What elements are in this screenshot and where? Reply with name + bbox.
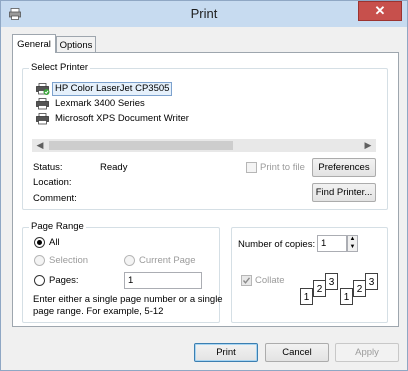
printer-item-label: Microsoft XPS Document Writer: [55, 113, 189, 124]
collate-page: 3: [325, 273, 338, 290]
printer-item-hp[interactable]: HP Color LaserJet CP3505: [36, 82, 173, 96]
printer-item-lexmark[interactable]: Lexmark 3400 Series: [36, 97, 148, 111]
number-of-copies-label: Number of copies:: [238, 239, 316, 250]
copies-input[interactable]: 1: [317, 235, 347, 252]
page-range-title: Page Range: [29, 221, 86, 232]
apply-button-label: Apply: [355, 347, 379, 358]
printer-item-label: Lexmark 3400 Series: [55, 98, 145, 109]
spin-up-icon[interactable]: ▲: [348, 236, 357, 244]
copies-spinner[interactable]: ▲ ▼: [347, 235, 358, 252]
preferences-button-label: Preferences: [318, 162, 370, 173]
scrollbar-thumb[interactable]: [49, 141, 233, 150]
window-title: Print: [190, 6, 218, 21]
current-page-label: Current Page: [139, 255, 196, 266]
cancel-button-label: Cancel: [282, 347, 312, 358]
printer-item-xps[interactable]: Microsoft XPS Document Writer: [36, 112, 192, 126]
collate-page: 1: [340, 288, 353, 305]
cancel-button[interactable]: Cancel: [265, 343, 329, 362]
current-page-radio[interactable]: [124, 255, 135, 266]
tab-options[interactable]: Options: [56, 36, 96, 53]
print-to-file-checkbox[interactable]: [246, 162, 257, 173]
collate-page: 3: [365, 273, 378, 290]
find-printer-button[interactable]: Find Printer...: [312, 183, 376, 202]
collate-checkbox[interactable]: [241, 275, 252, 286]
status-value: Ready: [100, 162, 128, 173]
page-range-help-line2: page range. For example, 5-12: [33, 306, 164, 317]
tab-general[interactable]: General: [12, 34, 56, 53]
pages-radio[interactable]: [34, 275, 45, 286]
print-to-file-label: Print to file: [260, 162, 305, 173]
all-radio[interactable]: [34, 237, 45, 248]
scroll-right-icon[interactable]: ▶: [361, 140, 375, 151]
preferences-button[interactable]: Preferences: [312, 158, 376, 177]
all-label: All: [49, 237, 60, 248]
printer-icon: [36, 113, 49, 125]
selection-radio[interactable]: [34, 255, 45, 266]
printer-list-scrollbar[interactable]: ◀ ▶: [32, 139, 376, 152]
tab-options-label: Options: [59, 39, 93, 51]
status-label: Status:: [33, 162, 63, 173]
close-button[interactable]: ✕: [358, 1, 402, 21]
comment-label: Comment:: [33, 193, 77, 204]
collate-label: Collate: [255, 275, 285, 286]
selection-label: Selection: [49, 255, 89, 266]
page-range-help-line1: Enter either a single page number or a s…: [33, 294, 223, 305]
tab-general-label: General: [17, 38, 51, 50]
collate-page: 2: [353, 280, 366, 297]
find-printer-button-label: Find Printer...: [315, 187, 373, 198]
select-printer-title: Select Printer: [29, 62, 91, 73]
pages-input[interactable]: 1: [124, 272, 202, 289]
print-dialog: Print ✕ General Options Select Printer H…: [0, 0, 408, 371]
pages-label: Pages:: [49, 275, 79, 286]
apply-button[interactable]: Apply: [335, 343, 399, 362]
collate-page: 2: [313, 280, 326, 297]
printer-icon: [36, 98, 49, 110]
close-icon: ✕: [374, 3, 386, 18]
title-bar: Print ✕: [1, 1, 407, 27]
printer-default-icon: [36, 83, 50, 95]
print-button-label: Print: [216, 347, 236, 358]
print-button[interactable]: Print: [194, 343, 258, 362]
checkmark-icon: [242, 277, 251, 284]
printer-item-label: HP Color LaserJet CP3505: [52, 82, 173, 96]
spin-down-icon[interactable]: ▼: [348, 244, 357, 252]
scroll-left-icon[interactable]: ◀: [33, 140, 47, 151]
location-label: Location:: [33, 177, 72, 188]
collate-page: 1: [300, 288, 313, 305]
